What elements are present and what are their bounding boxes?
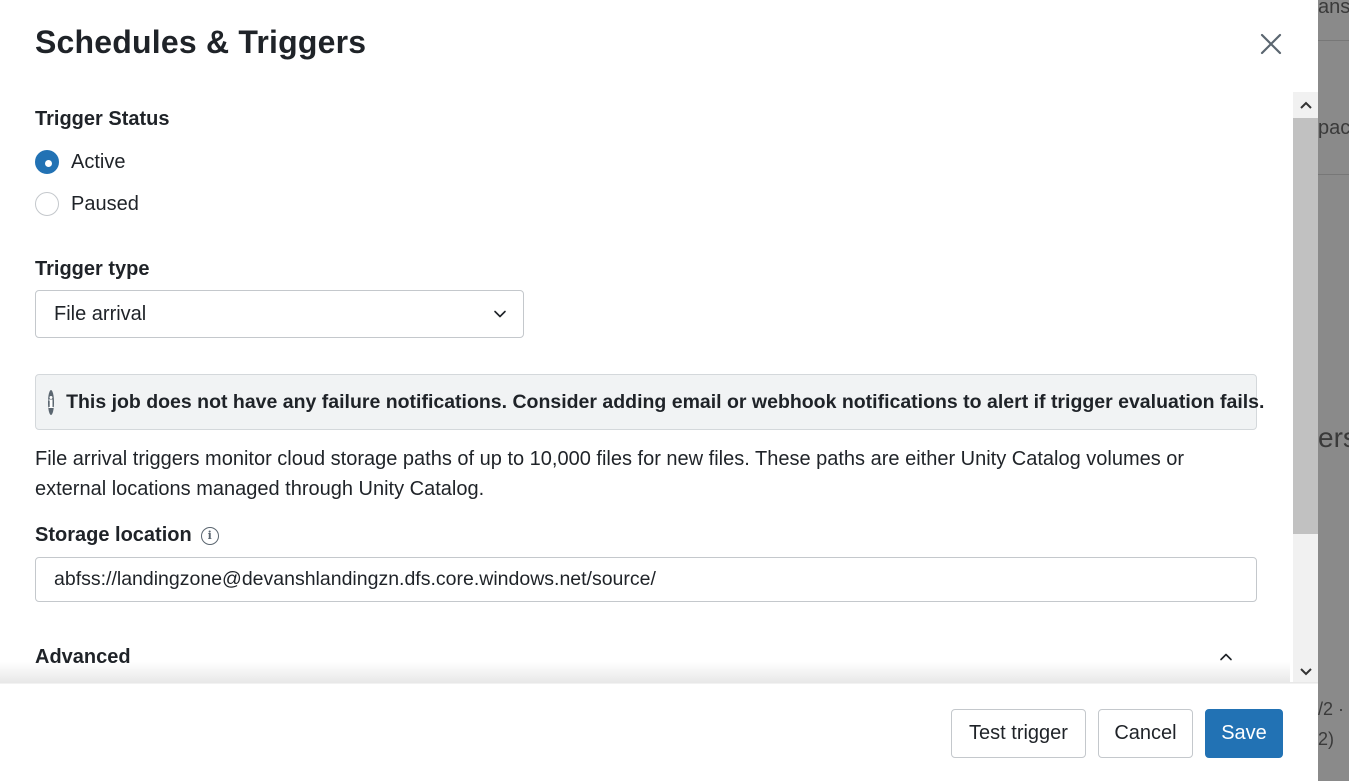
close-icon bbox=[1260, 33, 1282, 55]
test-trigger-button[interactable]: Test trigger bbox=[951, 709, 1086, 758]
scroll-down-button[interactable] bbox=[1293, 659, 1318, 684]
trigger-type-value: File arrival bbox=[54, 302, 147, 325]
failure-notification-alert: i This job does not have any failure not… bbox=[35, 374, 1264, 430]
close-button[interactable] bbox=[1255, 28, 1287, 60]
radio-active-label: Active bbox=[71, 150, 126, 173]
chevron-down-icon bbox=[494, 310, 506, 318]
modal-body: Trigger Status Active Paused Trigger typ… bbox=[0, 92, 1318, 682]
scrollbar[interactable] bbox=[1293, 92, 1318, 684]
scrollbar-thumb[interactable] bbox=[1293, 118, 1318, 534]
modal-title: Schedules & Triggers bbox=[35, 24, 367, 60]
alert-text: This job does not have any failure notif… bbox=[66, 390, 1265, 413]
background-text: 2) bbox=[1318, 729, 1335, 749]
radio-paused[interactable]: Paused bbox=[35, 190, 139, 218]
background-divider bbox=[1318, 174, 1349, 175]
storage-location-input[interactable] bbox=[35, 557, 1257, 602]
background-page: ansh pack ers /2 · 2) bbox=[1318, 0, 1349, 781]
info-icon: i bbox=[48, 389, 55, 415]
background-text: pack bbox=[1318, 117, 1349, 139]
footer-divider bbox=[0, 682, 1318, 684]
chevron-up-icon bbox=[1299, 101, 1312, 109]
storage-location-label: Storage location bbox=[35, 524, 192, 546]
schedules-triggers-modal: Schedules & Triggers Trigger Status Acti… bbox=[0, 0, 1318, 781]
scroll-up-button[interactable] bbox=[1293, 92, 1318, 117]
radio-active-control[interactable] bbox=[35, 150, 59, 174]
radio-active[interactable]: Active bbox=[35, 148, 125, 176]
radio-paused-control[interactable] bbox=[35, 192, 59, 216]
trigger-type-label: Trigger type bbox=[35, 258, 150, 280]
save-button[interactable]: Save bbox=[1205, 709, 1283, 758]
chevron-down-icon bbox=[1299, 667, 1312, 675]
background-text: ansh bbox=[1318, 0, 1349, 18]
info-icon[interactable]: i bbox=[200, 526, 219, 545]
cancel-button[interactable]: Cancel bbox=[1098, 709, 1193, 758]
trigger-status-label: Trigger Status bbox=[35, 108, 170, 130]
storage-location-label-row: Storage location i bbox=[35, 524, 219, 547]
background-text: /2 · bbox=[1318, 699, 1345, 719]
radio-paused-label: Paused bbox=[71, 192, 139, 215]
background-text: ers bbox=[1318, 422, 1349, 453]
trigger-type-select[interactable]: File arrival bbox=[35, 290, 524, 338]
scroll-fade bbox=[0, 662, 1290, 682]
background-divider bbox=[1318, 40, 1349, 41]
file-arrival-description: File arrival triggers monitor cloud stor… bbox=[35, 448, 1185, 500]
